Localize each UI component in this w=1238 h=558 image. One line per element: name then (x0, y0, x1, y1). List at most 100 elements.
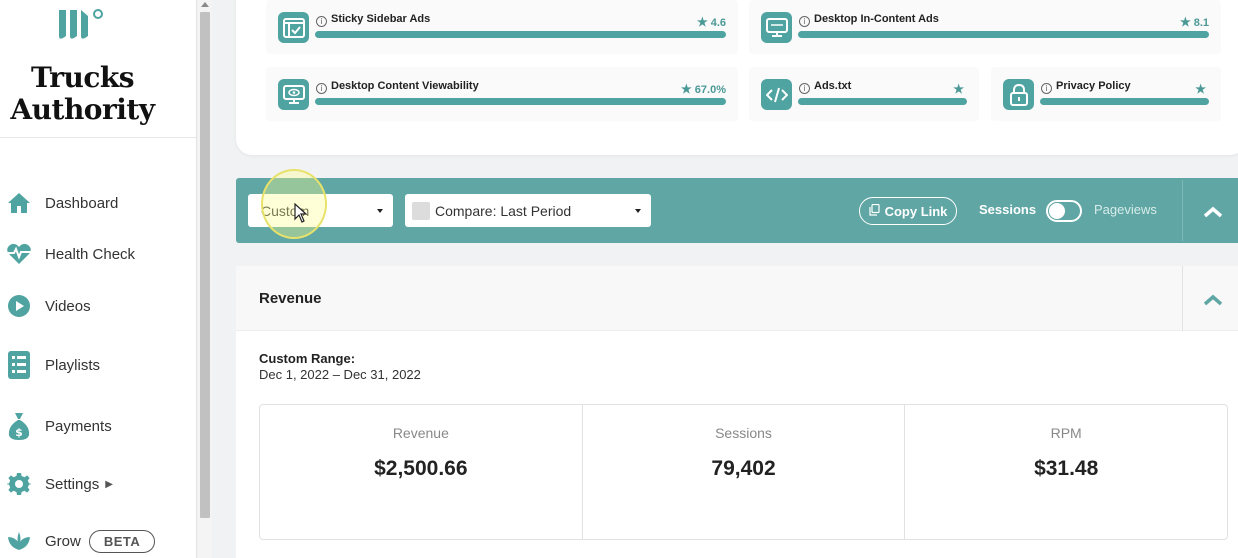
stat-value: $31.48 (1034, 457, 1099, 480)
stat-revenue: Revenue $2,500.66 (260, 405, 583, 539)
filter-bar: Custom Compare: Last Period Copy Link Se… (236, 178, 1238, 243)
sidebar-item-label: Dashboard (45, 194, 119, 212)
sidebar: Trucks Authority Dashboard Health Check … (0, 0, 197, 558)
metric-ads-txt[interactable]: i Ads.txt ★ (749, 67, 979, 121)
compare-value: Compare: Last Period (435, 202, 572, 219)
sidebar-item-playlists[interactable]: Playlists (0, 345, 197, 385)
sidebar-item-payments[interactable]: $ Payments (0, 406, 197, 446)
metric-desktop-in-content-ads[interactable]: i Desktop In-Content Ads ★ 8.1 (749, 0, 1221, 54)
collapse-revenue-button[interactable] (1198, 288, 1228, 312)
sidebar-scrollbar[interactable] (198, 0, 212, 558)
metric-score: ★ (953, 82, 967, 96)
home-icon (6, 190, 32, 216)
metric-progress-bar (798, 98, 967, 105)
info-icon[interactable]: i (316, 83, 327, 94)
metric-sticky-sidebar-ads[interactable]: i Sticky Sidebar Ads ★ 4.6 (266, 0, 738, 54)
metric-privacy-policy[interactable]: i Privacy Policy ★ (991, 67, 1221, 121)
sidebar-divider (0, 137, 197, 138)
metric-progress-bar (315, 98, 726, 105)
star-icon: ★ (696, 15, 708, 29)
metric-title: Desktop In-Content Ads (814, 13, 939, 25)
stat-value: 79,402 (711, 457, 776, 480)
sidebar-item-grow[interactable]: Grow BETA (0, 521, 197, 558)
health-metrics-card: i Sticky Sidebar Ads ★ 4.6 i Desktop In-C… (236, 0, 1238, 155)
stat-label: Sessions (715, 425, 772, 441)
brand-logo-icon (59, 9, 103, 39)
scroll-up-arrow-icon[interactable] (201, 2, 209, 7)
metric-progress-bar (1040, 98, 1209, 105)
sidebar-item-label: Health Check (45, 245, 136, 263)
metric-title: Privacy Policy (1056, 80, 1131, 92)
sidebar-item-dashboard[interactable]: Dashboard (0, 183, 197, 223)
sidebar-item-health-check[interactable]: Health Check (0, 234, 197, 274)
stat-label: Revenue (392, 425, 449, 441)
compare-checkbox[interactable] (412, 201, 430, 220)
stat-sessions: Sessions 79,402 (583, 405, 906, 539)
copy-icon (868, 203, 880, 219)
stat-value: $2,500.66 (374, 457, 468, 480)
sidebar-item-label: Payments (45, 417, 112, 435)
caret-down-icon (377, 209, 383, 213)
revenue-header-divider (1182, 266, 1183, 331)
info-icon[interactable]: i (316, 16, 327, 27)
copy-link-button[interactable]: Copy Link (859, 197, 957, 225)
metric-desktop-content-viewability[interactable]: i Desktop Content Viewability ★ 67.0% (266, 67, 738, 121)
revenue-stats: Revenue $2,500.66 Sessions 79,402 RPM $3… (259, 404, 1228, 540)
caret-down-icon (635, 209, 641, 213)
custom-range-value: Dec 1, 2022 – Dec 31, 2022 (259, 367, 421, 382)
star-icon: ★ (1195, 82, 1206, 96)
code-icon (761, 79, 792, 110)
monitor-eye-icon (278, 79, 309, 110)
star-icon: ★ (681, 82, 692, 96)
info-icon[interactable]: i (799, 83, 810, 94)
brand-line-2: Authority (10, 93, 155, 126)
metric-progress-bar (798, 31, 1209, 38)
heartbeat-icon (6, 241, 32, 267)
sidebar-item-label: Videos (45, 297, 91, 315)
money-bag-icon: $ (6, 413, 32, 440)
desktop-monitor-icon (761, 12, 792, 43)
sidebar-item-settings[interactable]: Settings ▶ (0, 464, 197, 504)
date-range-select[interactable]: Custom (248, 194, 393, 227)
metric-title: Ads.txt (814, 80, 852, 92)
revenue-title: Revenue (259, 290, 322, 307)
chevron-up-icon (1203, 294, 1223, 306)
metric-score: ★ 67.0% (681, 82, 726, 96)
scrollbar-thumb[interactable] (200, 12, 210, 518)
compare-select[interactable]: Compare: Last Period (405, 194, 651, 227)
metric-progress-bar (315, 31, 726, 38)
toggle-knob (1049, 203, 1065, 219)
stat-rpm: RPM $31.48 (905, 405, 1227, 539)
list-icon (6, 351, 32, 379)
pageviews-label: Pageviews (1094, 202, 1157, 217)
sessions-label: Sessions (979, 202, 1037, 217)
sidebar-window-icon (278, 12, 309, 43)
play-icon (6, 293, 32, 319)
copy-link-label: Copy Link (884, 203, 948, 219)
brand-line-1: Trucks (30, 61, 135, 94)
sidebar-item-label: Settings (45, 475, 100, 493)
filter-bar-divider (1182, 180, 1183, 241)
info-icon[interactable]: i (1041, 83, 1052, 94)
gear-icon (6, 471, 32, 497)
sessions-pageviews-toggle[interactable] (1046, 200, 1082, 222)
lock-icon (1003, 79, 1034, 110)
caret-right-icon: ▶ (105, 478, 113, 490)
sidebar-item-videos[interactable]: Videos (0, 286, 197, 326)
metric-score: ★ 4.6 (696, 15, 726, 29)
metric-score: ★ (1195, 82, 1209, 96)
revenue-header[interactable]: Revenue (236, 266, 1238, 331)
info-icon[interactable]: i (799, 16, 810, 27)
collapse-filters-button[interactable] (1198, 200, 1228, 224)
metric-title: Desktop Content Viewability (331, 80, 479, 92)
leaf-icon (6, 528, 32, 554)
chevron-up-icon (1203, 206, 1223, 218)
sidebar-item-label: Grow (45, 532, 81, 550)
star-icon: ★ (953, 82, 964, 96)
metric-score: ★ 8.1 (1179, 15, 1209, 29)
metric-title: Sticky Sidebar Ads (331, 13, 431, 25)
date-range-value: Custom (261, 202, 310, 219)
custom-range-label: Custom Range: (259, 351, 356, 366)
star-icon: ★ (1179, 15, 1191, 29)
stat-label: RPM (1050, 425, 1082, 441)
